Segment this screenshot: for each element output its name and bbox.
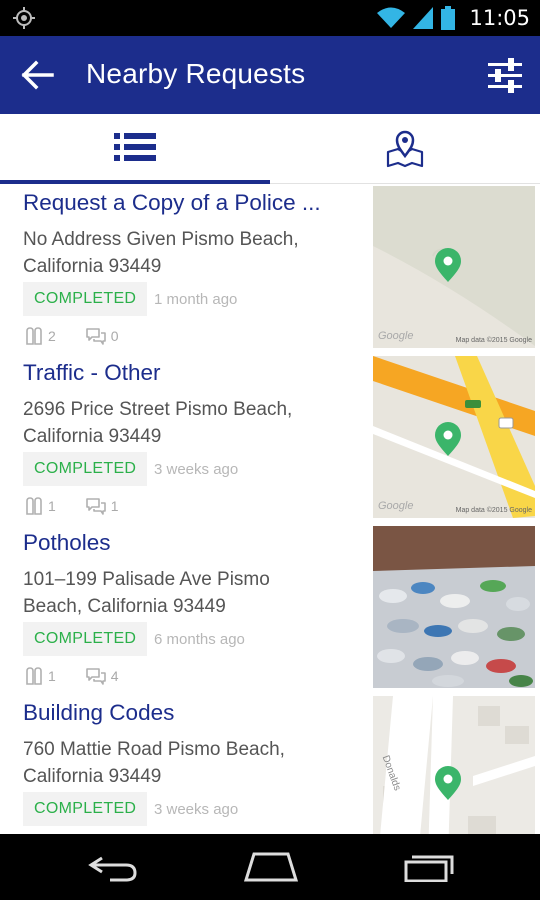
back-arrow-icon[interactable] xyxy=(20,59,56,91)
address-line-2: California 93449 xyxy=(23,426,162,447)
view-tabs xyxy=(0,114,540,184)
request-meta: 2 0 xyxy=(25,326,149,346)
tab-map-view[interactable] xyxy=(270,114,540,184)
filter-sliders-icon[interactable] xyxy=(486,57,524,93)
photo-thumbnail[interactable] xyxy=(373,526,535,688)
recents-nav-icon[interactable] xyxy=(404,852,456,882)
request-item[interactable]: Potholes 101–199 Palisade Ave Pismo Beac… xyxy=(0,524,540,694)
request-time: 1 month ago xyxy=(154,291,238,308)
location-icon xyxy=(13,7,35,29)
app-bar: Nearby Requests xyxy=(0,36,540,114)
request-list: Request a Copy of a Police ... No Addres… xyxy=(0,184,540,834)
request-time: 6 months ago xyxy=(154,631,245,648)
tab-list-view[interactable] xyxy=(0,114,270,184)
request-address: No Address Given Pismo Beach, California… xyxy=(23,226,333,280)
status-badge: COMPLETED xyxy=(23,452,148,486)
address-line-2: California 93449 xyxy=(23,766,162,787)
request-title[interactable]: Request a Copy of a Police ... xyxy=(23,190,321,216)
status-badge: COMPLETED xyxy=(23,792,148,826)
followers-icon xyxy=(26,667,42,685)
request-time: 3 weeks ago xyxy=(154,461,239,478)
address-line-1: 760 Mattie Road Pismo Beach, xyxy=(23,739,285,760)
home-nav-icon[interactable] xyxy=(244,852,298,882)
comments-icon xyxy=(85,668,106,685)
address-line-2: Beach, California 93449 xyxy=(23,596,226,617)
back-nav-icon[interactable] xyxy=(88,852,138,882)
map-credit-data: Map data ©2015 Google xyxy=(455,507,532,514)
address-line-1: No Address Given Pismo Beach, xyxy=(23,229,299,250)
request-meta: 1 1 xyxy=(25,496,149,516)
clock-time: 11:05 xyxy=(469,6,530,30)
address-line-2: California 93449 xyxy=(23,256,162,277)
address-line-1: 2696 Price Street Pismo Beach, xyxy=(23,399,293,420)
request-address: 2696 Price Street Pismo Beach, Californi… xyxy=(23,396,333,450)
request-item[interactable]: Building Codes 760 Mattie Road Pismo Bea… xyxy=(0,694,540,834)
request-address: 760 Mattie Road Pismo Beach, California … xyxy=(23,736,333,790)
map-view-icon xyxy=(386,130,424,168)
system-nav-bar xyxy=(0,834,540,900)
map-thumbnail[interactable]: Google Map data ©2015 Google xyxy=(373,186,535,348)
signal-icon xyxy=(413,7,434,29)
map-thumbnail[interactable]: Google Map data ©2015 Google xyxy=(373,356,535,518)
request-address: 101–199 Palisade Ave Pismo Beach, Califo… xyxy=(23,566,333,620)
map-credit-data: Map data ©2015 Google xyxy=(455,337,532,344)
followers-count: 2 xyxy=(48,328,56,344)
battery-icon xyxy=(441,6,456,30)
comments-icon xyxy=(85,498,106,515)
map-thumbnail[interactable]: Donalds xyxy=(373,696,535,834)
request-title[interactable]: Potholes xyxy=(23,530,111,556)
wifi-icon xyxy=(377,7,406,28)
request-item[interactable]: Request a Copy of a Police ... No Addres… xyxy=(0,184,540,354)
followers-count: 1 xyxy=(48,498,56,514)
followers-icon xyxy=(26,327,42,345)
followers-icon xyxy=(26,497,42,515)
status-bar: 11:05 xyxy=(0,0,540,36)
followers-count: 1 xyxy=(48,668,56,684)
request-time: 3 weeks ago xyxy=(154,801,239,818)
comments-count: 1 xyxy=(110,498,119,514)
status-badge: COMPLETED xyxy=(23,282,148,316)
status-badge: COMPLETED xyxy=(23,622,148,656)
map-credit-google: Google xyxy=(378,330,414,342)
page-title: Nearby Requests xyxy=(86,58,306,89)
request-title[interactable]: Traffic - Other xyxy=(23,360,161,386)
comments-count: 0 xyxy=(110,328,119,344)
request-item[interactable]: Traffic - Other 2696 Price Street Pismo … xyxy=(0,354,540,524)
address-line-1: 101–199 Palisade Ave Pismo xyxy=(23,569,270,590)
list-view-icon xyxy=(114,133,156,161)
map-credit-google: Google xyxy=(378,500,414,512)
request-meta: 1 4 xyxy=(25,666,149,686)
comments-icon xyxy=(85,328,106,345)
request-title[interactable]: Building Codes xyxy=(23,700,174,726)
comments-count: 4 xyxy=(110,668,119,684)
